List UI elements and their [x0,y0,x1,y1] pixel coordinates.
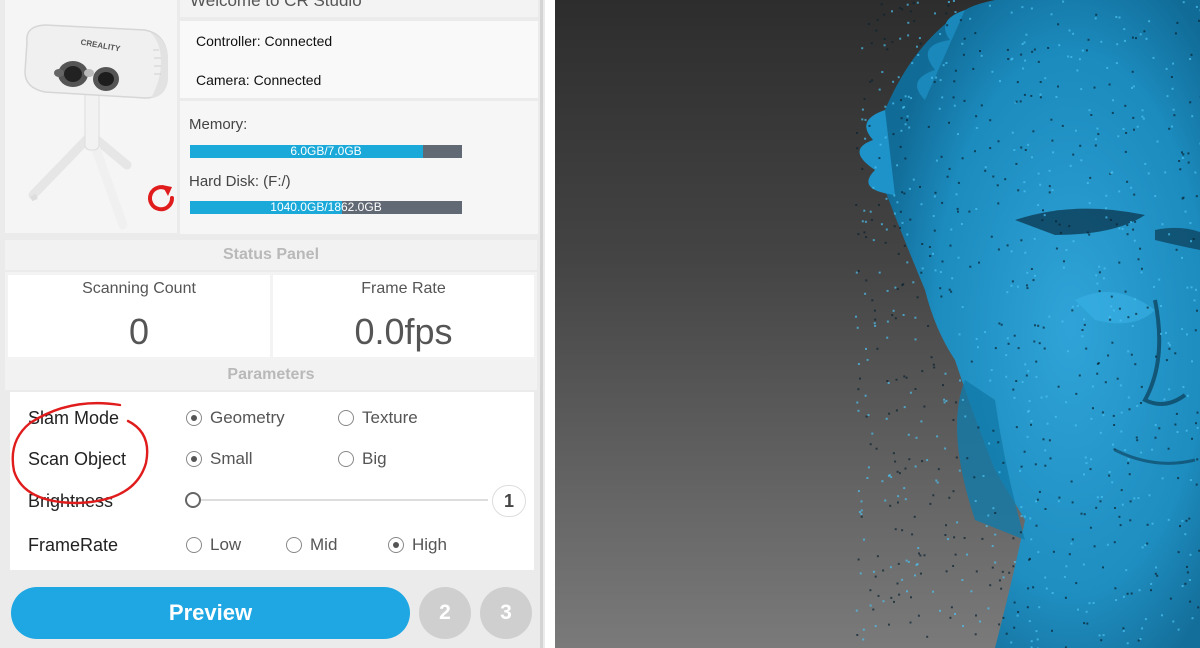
framerate-option-mid: Mid [310,535,338,554]
slam-mode-label: Slam Mode [28,408,120,428]
preview-button[interactable]: Preview [11,587,410,639]
radio-selected-icon [186,451,202,467]
memory-label: Memory: [189,116,248,133]
framerate-option-low: Low [210,535,242,554]
device-preview: CREALITY [5,0,177,233]
step-2-button[interactable]: 2 [419,587,471,639]
point-cloud-scan [855,0,1200,648]
scan-object-label: Scan Object [28,449,127,469]
radio-unselected-icon [186,537,202,553]
scanning-count-value: 0 [128,311,150,352]
slam-mode-geometry-radio[interactable]: Geometry [186,408,285,428]
scan-object-option-big: Big [362,449,387,468]
scan-object-big-radio[interactable]: Big [338,449,387,469]
slam-option-geometry: Geometry [210,408,285,427]
brightness-slider-track[interactable] [195,499,488,501]
slam-option-texture: Texture [362,408,418,427]
slam-mode-texture-radio[interactable]: Texture [338,408,418,428]
frame-rate-card: Frame Rate 0.0fps [273,275,534,357]
brightness-label: Brightness [28,491,114,511]
welcome-banner: Welcome to CR Studio [180,0,538,17]
framerate-label: FrameRate [28,535,119,555]
radio-unselected-icon [338,451,354,467]
camera-status: Camera: Connected [196,72,322,88]
memory-bar: 6.0GB/7.0GB [190,145,462,158]
3d-viewport[interactable] [555,0,1200,648]
disk-value: 1040.0GB/1862.0GB [270,200,382,214]
scan-object-option-small: Small [210,449,253,468]
status-panel: Scanning Count 0 Frame Rate 0.0fps [5,272,537,360]
radio-unselected-icon [338,410,354,426]
disk-label: Hard Disk: (F:/) [189,173,291,190]
status-panel-title: Status Panel [5,240,537,270]
disk-bar: 1040.0GB/1862.0GB [190,201,462,214]
brightness-slider-thumb[interactable] [185,492,201,508]
connection-status: Controller: Connected Camera: Connected [180,21,538,98]
scanning-count-label: Scanning Count [82,280,196,297]
controller-status: Controller: Connected [196,33,333,49]
panel-gap [545,0,555,648]
brightness-value: 1 [492,485,526,517]
step-3-button[interactable]: 3 [480,587,532,639]
framerate-option-high: High [412,535,447,554]
framerate-high-radio[interactable]: High [388,535,447,555]
radio-unselected-icon [286,537,302,553]
refresh-icon[interactable] [145,182,179,216]
scanning-count-card: Scanning Count 0 [8,275,270,357]
scan-object-small-radio[interactable]: Small [186,449,253,469]
framerate-low-radio[interactable]: Low [186,535,241,555]
resource-usage: Memory: 6.0GB/7.0GB Hard Disk: (F:/) 104… [180,101,538,234]
welcome-text: Welcome to CR Studio [190,0,362,10]
parameters-panel: Slam Mode Geometry Texture Scan Object S… [10,392,534,570]
parameters-title: Parameters [5,360,537,390]
frame-rate-value: 0.0fps [354,311,453,352]
framerate-mid-radio[interactable]: Mid [286,535,337,555]
radio-selected-icon [186,410,202,426]
scanner-control-panel: CREALITY Welcome to CR Studio Controller… [0,0,545,648]
radio-selected-icon [388,537,404,553]
frame-rate-label: Frame Rate [361,280,446,297]
panel-divider[interactable] [540,0,543,648]
memory-value: 6.0GB/7.0GB [290,144,362,158]
